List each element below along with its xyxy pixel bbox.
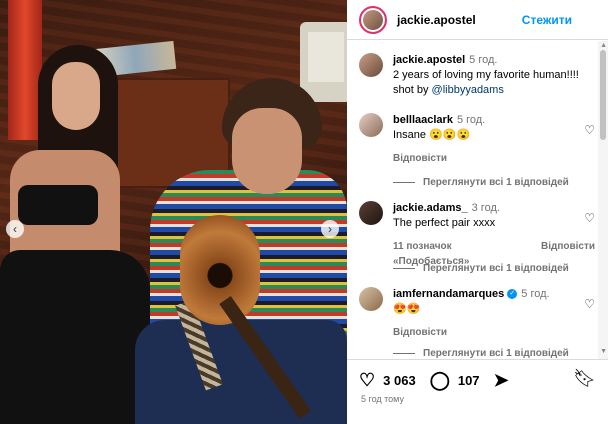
- replies-divider: [393, 353, 415, 354]
- comment-text: The perfect pair xxxx: [393, 217, 496, 229]
- avatar[interactable]: [359, 5, 387, 34]
- view-replies-label[interactable]: Переглянути всі 1 відповідей: [423, 348, 569, 359]
- replies-divider: [393, 268, 415, 269]
- caption-mention[interactable]: @libbyyadams: [432, 84, 504, 96]
- comments-scroll-area[interactable]: jackie.apostel 5 год. 2 years of loving m…: [347, 41, 608, 359]
- avatar[interactable]: [359, 113, 383, 137]
- follow-button[interactable]: Стежити: [522, 13, 572, 27]
- photo-woman-face: [52, 62, 100, 130]
- avatar[interactable]: [359, 201, 383, 225]
- comment-username[interactable]: belllaaclark: [393, 114, 453, 126]
- heart-icon[interactable]: ♡: [584, 211, 595, 225]
- post-photo: ‹ ›: [0, 0, 347, 424]
- avatar[interactable]: [359, 53, 383, 77]
- comment-item: jackie.adams_ 3 год. The perfect pair xxx…: [359, 201, 595, 269]
- comment-item: iamfernandamarques ✓ 5 год. 😍😍 Відповісти …: [359, 287, 595, 340]
- heart-icon[interactable]: ♡: [584, 123, 595, 137]
- comment-time: 5 год.: [521, 288, 550, 300]
- chevron-right-icon[interactable]: ›: [321, 220, 339, 238]
- comment-time: 3 год.: [471, 202, 500, 214]
- view-replies-label[interactable]: Переглянути всі 1 відповідей: [423, 263, 569, 274]
- photo-guitar-body: [180, 215, 260, 325]
- comments-count: 107: [457, 373, 480, 388]
- post-side-panel: jackie.apostel Стежити jackie.apostel 5 г…: [347, 0, 608, 424]
- view-replies-button[interactable]: Переглянути всі 1 відповідей: [393, 177, 569, 188]
- view-replies-button[interactable]: Переглянути всі 1 відповідей: [393, 263, 569, 274]
- comment-username[interactable]: jackie.adams_: [393, 202, 468, 214]
- comment-item: belllaaclark 5 год. Insane 😮😮😮 Відповісти…: [359, 113, 595, 166]
- photo-woman-top: [18, 185, 98, 225]
- photo-tv: [300, 22, 347, 102]
- comment-icon[interactable]: ◯: [430, 370, 450, 391]
- verified-badge-icon: ✓: [507, 289, 518, 300]
- header-username[interactable]: jackie.apostel: [397, 13, 476, 27]
- view-replies-button[interactable]: Переглянути всі 1 відповідей: [393, 348, 569, 359]
- reply-button[interactable]: Відповісти: [393, 151, 447, 166]
- photo-man-face: [232, 108, 302, 194]
- share-icon[interactable]: ➤: [494, 370, 509, 391]
- posted-time: 5 год тому: [361, 394, 404, 404]
- caption-time: 5 год.: [469, 54, 498, 66]
- likes-count[interactable]: 3 063: [383, 373, 416, 388]
- replies-divider: [393, 182, 415, 183]
- comment-text: Insane 😮😮😮: [393, 129, 471, 141]
- comment-time: 5 год.: [456, 114, 486, 126]
- comment-username[interactable]: iamfernandamarques: [393, 288, 504, 300]
- caption-username[interactable]: jackie.apostel: [393, 54, 465, 66]
- post-actions-bar: ♡ 3 063 ◯ 107 ➤ 🔖︎ 5 год тому: [347, 359, 608, 424]
- avatar[interactable]: [359, 287, 383, 311]
- post-caption: jackie.apostel 5 год. 2 years of loving m…: [359, 53, 595, 98]
- comment-text: 😍😍: [393, 303, 421, 315]
- photo-woman-skirt: [0, 250, 150, 424]
- view-replies-label[interactable]: Переглянути всі 1 відповідей: [423, 177, 569, 188]
- scroll-down-icon[interactable]: ▼: [600, 348, 607, 355]
- scroll-up-icon[interactable]: ▲: [600, 42, 607, 49]
- heart-icon[interactable]: ♡: [359, 370, 375, 391]
- bookmark-icon[interactable]: 🔖︎: [573, 368, 596, 389]
- photo-red-pole: [8, 0, 42, 140]
- post-header: jackie.apostel Стежити: [347, 0, 608, 40]
- scrollbar-thumb[interactable]: [600, 50, 606, 140]
- reply-button[interactable]: Відповісти: [393, 325, 447, 340]
- heart-icon[interactable]: ♡: [584, 297, 595, 311]
- chevron-left-icon[interactable]: ‹: [6, 220, 24, 238]
